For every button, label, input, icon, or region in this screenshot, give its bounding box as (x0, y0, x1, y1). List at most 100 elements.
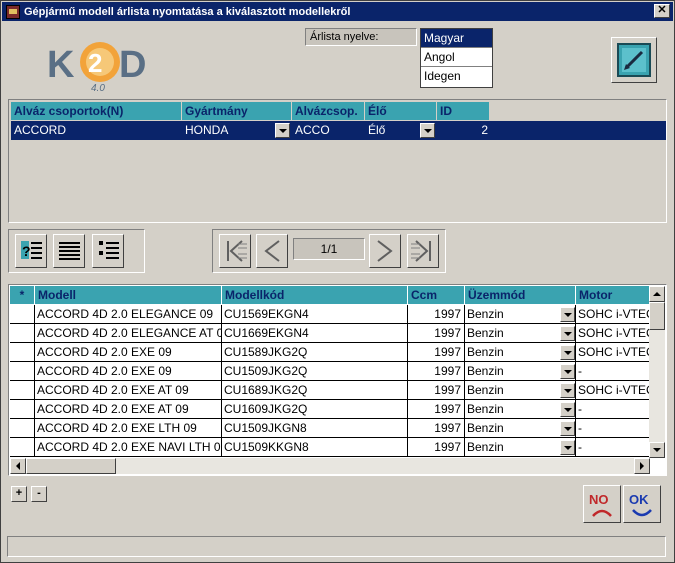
col-header-make[interactable]: Gyártmány (182, 102, 292, 120)
scroll-right-button[interactable] (634, 458, 650, 474)
logo-text-2: 2 (88, 48, 102, 78)
next-page-button[interactable] (369, 234, 401, 268)
remove-row-button[interactable]: - (31, 486, 47, 502)
row-marker-cell[interactable] (10, 419, 35, 438)
row-marker-cell[interactable] (10, 343, 35, 362)
model-row[interactable]: ACCORD 4D 2.0 EXE AT 09 CU1689JKG2Q 1997 Be… (10, 381, 651, 400)
col-header-model[interactable]: Modell (35, 286, 222, 304)
mode-dropdown-button[interactable] (560, 402, 575, 417)
col-header-alive[interactable]: Élő (365, 102, 437, 120)
col-header-model-code[interactable]: Modellkód (222, 286, 408, 304)
cell-model[interactable]: ACCORD 4D 2.0 EXE LTH 09 (35, 419, 222, 438)
models-vertical-scrollbar[interactable] (649, 286, 665, 458)
mode-dropdown-button[interactable] (560, 326, 575, 341)
cell-ccm[interactable]: 1997 (408, 381, 465, 400)
close-button[interactable]: ✕ (654, 4, 670, 18)
models-horizontal-scrollbar[interactable] (10, 458, 650, 474)
models-grid[interactable]: * Modell Modellkód Ccm Üzemmód Motor ACC… (8, 284, 667, 476)
language-option-angol[interactable]: Angol (421, 48, 492, 67)
status-bar (7, 536, 666, 557)
last-page-button[interactable] (407, 234, 439, 268)
col-header-id[interactable]: ID (437, 102, 490, 120)
col-header-ccm[interactable]: Ccm (408, 286, 465, 304)
scroll-left-button[interactable] (10, 458, 26, 474)
cell-engine[interactable]: SOHC i-VTEC (576, 324, 651, 343)
col-header-engine[interactable]: Motor (576, 286, 650, 304)
scroll-up-button[interactable] (649, 286, 665, 302)
cell-model[interactable]: ACCORD 4D 2.0 ELEGANCE 09 (35, 305, 222, 324)
vertical-scroll-thumb[interactable] (649, 302, 665, 330)
language-option-magyar[interactable]: Magyar (421, 29, 492, 48)
cell-code[interactable]: CU1689JKG2Q (222, 381, 408, 400)
selected-chassis-row[interactable]: ACCORD HONDA ACCO Élő 2 (11, 121, 666, 140)
edit-button[interactable] (611, 37, 657, 83)
row-marker-cell[interactable] (10, 381, 35, 400)
cell-engine[interactable]: - (576, 400, 651, 419)
cell-model[interactable]: ACCORD 4D 2.0 EXE 09 (35, 343, 222, 362)
cell-engine[interactable]: SOHC i-VTEC (576, 381, 651, 400)
cell-model[interactable]: ACCORD 4D 2.0 EXE 09 (35, 362, 222, 381)
cell-model[interactable]: ACCORD 4D 2.0 EXE AT 09 (35, 381, 222, 400)
alive-dropdown-button[interactable] (420, 123, 435, 138)
col-header-chassis-groups[interactable]: Alváz csoportok(N) (11, 102, 182, 120)
model-row[interactable]: ACCORD 4D 2.0 EXE LTH 09 CU1509JKGN8 1997 B… (10, 419, 651, 438)
scroll-down-button[interactable] (649, 442, 665, 458)
cell-engine[interactable]: - (576, 362, 651, 381)
model-row[interactable]: ACCORD 4D 2.0 ELEGANCE 09 CU1569EKGN4 1997… (10, 305, 651, 324)
model-row[interactable]: ACCORD 4D 2.0 EXE 09 CU1589JKG2Q 1997 Benzi… (10, 343, 651, 362)
query-list-button[interactable]: ? (15, 234, 47, 268)
mode-dropdown-button[interactable] (560, 383, 575, 398)
chassis-group-grid[interactable]: Alváz csoportok(N) Gyártmány Alvázcsop. … (8, 99, 667, 223)
model-row[interactable]: ACCORD 4D 2.0 EXE NAVI LTH 09 CU1509KKGN8… (10, 438, 651, 457)
cell-engine[interactable]: - (576, 438, 651, 457)
row-marker-cell[interactable] (10, 305, 35, 324)
last-page-icon (411, 240, 431, 262)
row-marker-cell[interactable] (10, 438, 35, 457)
detail-view-button[interactable] (92, 234, 124, 268)
cell-engine[interactable]: - (576, 419, 651, 438)
mode-dropdown-button[interactable] (560, 345, 575, 360)
cell-ccm[interactable]: 1997 (408, 438, 465, 457)
cell-ccm[interactable]: 1997 (408, 400, 465, 419)
no-button[interactable]: NO (583, 485, 621, 523)
cell-code[interactable]: CU1509JKG2Q (222, 362, 408, 381)
row-marker-cell[interactable] (10, 324, 35, 343)
language-list[interactable]: Magyar Angol Idegen (420, 28, 493, 88)
col-header-chassis-code[interactable]: Alvázcsop. (292, 102, 365, 120)
cell-ccm[interactable]: 1997 (408, 324, 465, 343)
cell-ccm[interactable]: 1997 (408, 419, 465, 438)
row-marker-cell[interactable] (10, 400, 35, 419)
cell-ccm[interactable]: 1997 (408, 362, 465, 381)
cell-engine[interactable]: SOHC i-VTEC (576, 305, 651, 324)
cell-ccm[interactable]: 1997 (408, 343, 465, 362)
cell-model[interactable]: ACCORD 4D 2.0 EXE NAVI LTH 09 (35, 438, 222, 457)
mode-dropdown-button[interactable] (560, 421, 575, 436)
col-header-mode[interactable]: Üzemmód (465, 286, 576, 304)
language-option-idegen[interactable]: Idegen (421, 67, 492, 86)
model-row[interactable]: ACCORD 4D 2.0 EXE AT 09 CU1609JKG2Q 1997 Be… (10, 400, 651, 419)
prev-page-button[interactable] (256, 234, 288, 268)
model-row[interactable]: ACCORD 4D 2.0 ELEGANCE AT 09 CU1669EKGN4 1… (10, 324, 651, 343)
row-marker-cell[interactable] (10, 362, 35, 381)
mode-dropdown-button[interactable] (560, 307, 575, 322)
cell-model[interactable]: ACCORD 4D 2.0 EXE AT 09 (35, 400, 222, 419)
col-header-marker[interactable]: * (10, 286, 35, 304)
horizontal-scroll-thumb[interactable] (26, 458, 116, 474)
cell-engine[interactable]: SOHC i-VTEC (576, 343, 651, 362)
list-view-button[interactable] (53, 234, 85, 268)
cell-code[interactable]: CU1669EKGN4 (222, 324, 408, 343)
make-dropdown-button[interactable] (275, 123, 290, 138)
cell-code[interactable]: CU1569EKGN4 (222, 305, 408, 324)
cell-ccm[interactable]: 1997 (408, 305, 465, 324)
first-page-button[interactable] (219, 234, 251, 268)
cell-code[interactable]: CU1509JKGN8 (222, 419, 408, 438)
cell-model[interactable]: ACCORD 4D 2.0 ELEGANCE AT 09 (35, 324, 222, 343)
cell-code[interactable]: CU1589JKG2Q (222, 343, 408, 362)
add-row-button[interactable]: + (11, 486, 27, 502)
ok-button[interactable]: OK (623, 485, 661, 523)
cell-code[interactable]: CU1509KKGN8 (222, 438, 408, 457)
cell-code[interactable]: CU1609JKG2Q (222, 400, 408, 419)
mode-dropdown-button[interactable] (560, 440, 575, 455)
mode-dropdown-button[interactable] (560, 364, 575, 379)
model-row[interactable]: ACCORD 4D 2.0 EXE 09 CU1509JKG2Q 1997 Benzi… (10, 362, 651, 381)
